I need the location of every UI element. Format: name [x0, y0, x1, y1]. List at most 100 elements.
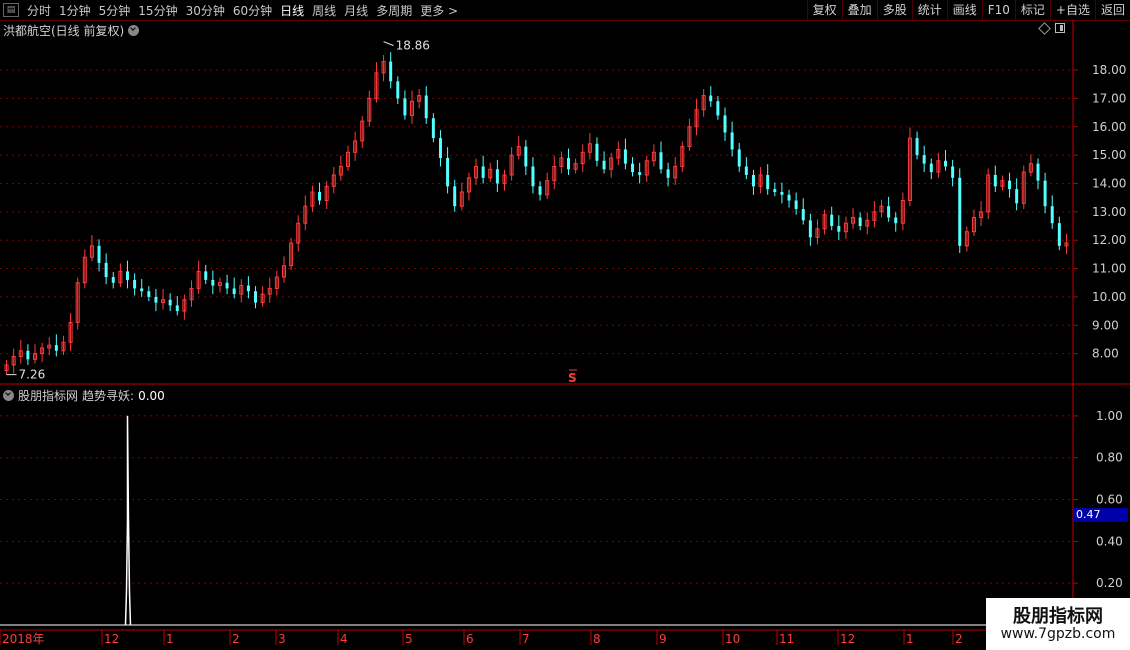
- candle-body: [922, 155, 926, 164]
- candle-body: [524, 146, 528, 167]
- price-tick-label: 18.00: [1092, 63, 1126, 77]
- indicator-tick-label: 0.80: [1096, 451, 1123, 465]
- price-tick-label: 14.00: [1092, 176, 1126, 190]
- candle-body: [808, 220, 812, 238]
- candle-body: [894, 217, 898, 224]
- price-tick-label: 11.00: [1092, 262, 1126, 276]
- high-pointer: [383, 41, 394, 47]
- candle-body: [211, 279, 215, 286]
- candle-body: [723, 115, 727, 133]
- candle-body: [225, 282, 229, 289]
- candle-body: [204, 271, 208, 280]
- watermark-title: 股朋指标网: [1013, 606, 1103, 627]
- candle-body: [538, 186, 542, 195]
- indicator-current-tag: 0.47: [1074, 508, 1128, 522]
- candle-body: [495, 169, 499, 184]
- time-axis-label: 2: [232, 632, 240, 646]
- candle-body: [837, 226, 841, 232]
- candle-body: [389, 61, 393, 82]
- price-tick-label: 8.00: [1092, 347, 1119, 361]
- candle-body: [887, 206, 891, 218]
- candle-body: [1057, 223, 1061, 246]
- candle-body: [780, 191, 784, 195]
- candle-body: [1050, 206, 1054, 224]
- candle-body: [424, 95, 428, 119]
- high-price-label: 18.86: [396, 39, 430, 53]
- candle-body: [567, 157, 571, 170]
- candle-body: [438, 138, 442, 158]
- candle-body: [631, 163, 635, 173]
- candle-body: [773, 189, 777, 192]
- time-axis-label: 10: [725, 632, 740, 646]
- price-tick-label: 15.00: [1092, 148, 1126, 162]
- candle-body: [168, 299, 172, 306]
- candle-body: [659, 152, 663, 170]
- candle-body: [623, 149, 627, 164]
- time-axis-label: 12: [840, 632, 855, 646]
- candle-body: [830, 214, 834, 227]
- candle-body: [787, 194, 791, 201]
- candle-body: [638, 172, 642, 175]
- candle-body: [453, 186, 457, 207]
- kline-chart[interactable]: 18.0017.0016.0015.0014.0013.0012.0011.00…: [0, 0, 1130, 650]
- time-axis-label: 6: [466, 632, 474, 646]
- candle-body: [602, 160, 606, 170]
- candle-body: [431, 118, 435, 139]
- candle-body: [858, 217, 862, 227]
- candle-body: [232, 288, 236, 295]
- candle-body: [744, 166, 748, 175]
- candle-body: [396, 81, 400, 99]
- candle-body: [175, 305, 179, 312]
- time-axis-label: 11: [779, 632, 794, 646]
- time-axis-label: 12: [104, 632, 119, 646]
- candle-body: [595, 143, 599, 161]
- candle-body: [403, 98, 407, 116]
- candle-body: [125, 271, 129, 280]
- candle-body: [915, 138, 919, 156]
- candle-body: [111, 277, 115, 283]
- candle-body: [794, 200, 798, 209]
- watermark-url: www.7gpzb.com: [1000, 626, 1116, 642]
- low-price-label: 7.26: [19, 368, 46, 382]
- indicator-tick-label: 1.00: [1096, 409, 1123, 423]
- price-tick-label: 12.00: [1092, 233, 1126, 247]
- time-axis-label: 8: [593, 632, 601, 646]
- price-tick-label: 13.00: [1092, 205, 1126, 219]
- candle-body: [133, 279, 137, 289]
- indicator-tick-label: 0.40: [1096, 534, 1123, 548]
- candle-body: [26, 350, 30, 360]
- time-axis-label: 3: [278, 632, 286, 646]
- candle-body: [801, 209, 805, 221]
- time-axis-label: 2018年: [2, 632, 45, 646]
- time-axis-label: 2: [955, 632, 963, 646]
- time-axis-label: 5: [405, 632, 413, 646]
- candle-body: [766, 174, 770, 190]
- time-axis-label: 1: [166, 632, 174, 646]
- candle-body: [531, 166, 535, 187]
- candle-body: [958, 177, 962, 246]
- price-tick-label: 17.00: [1092, 91, 1126, 105]
- candle-body: [666, 169, 670, 178]
- candle-body: [716, 101, 720, 116]
- candle-body: [709, 95, 713, 102]
- time-axis-label: 7: [522, 632, 530, 646]
- candle-body: [1008, 180, 1012, 190]
- candle-body: [318, 191, 322, 201]
- time-axis-label: 9: [659, 632, 667, 646]
- time-axis-label: 1: [906, 632, 914, 646]
- candle-body: [929, 163, 933, 173]
- candle-body: [730, 132, 734, 150]
- candle-body: [951, 166, 955, 178]
- candle-body: [993, 174, 997, 187]
- candle-body: [104, 262, 108, 278]
- price-tick-label: 10.00: [1092, 290, 1126, 304]
- indicator-tick-label: 0.60: [1096, 493, 1123, 507]
- candle-body: [944, 160, 948, 167]
- candle-body: [246, 285, 250, 292]
- candle-body: [97, 245, 101, 263]
- candle-body: [254, 291, 258, 303]
- candle-body: [481, 166, 485, 178]
- price-tick-label: 16.00: [1092, 120, 1126, 134]
- indicator-tick-label: 0.20: [1096, 576, 1123, 590]
- candle-body: [54, 345, 58, 351]
